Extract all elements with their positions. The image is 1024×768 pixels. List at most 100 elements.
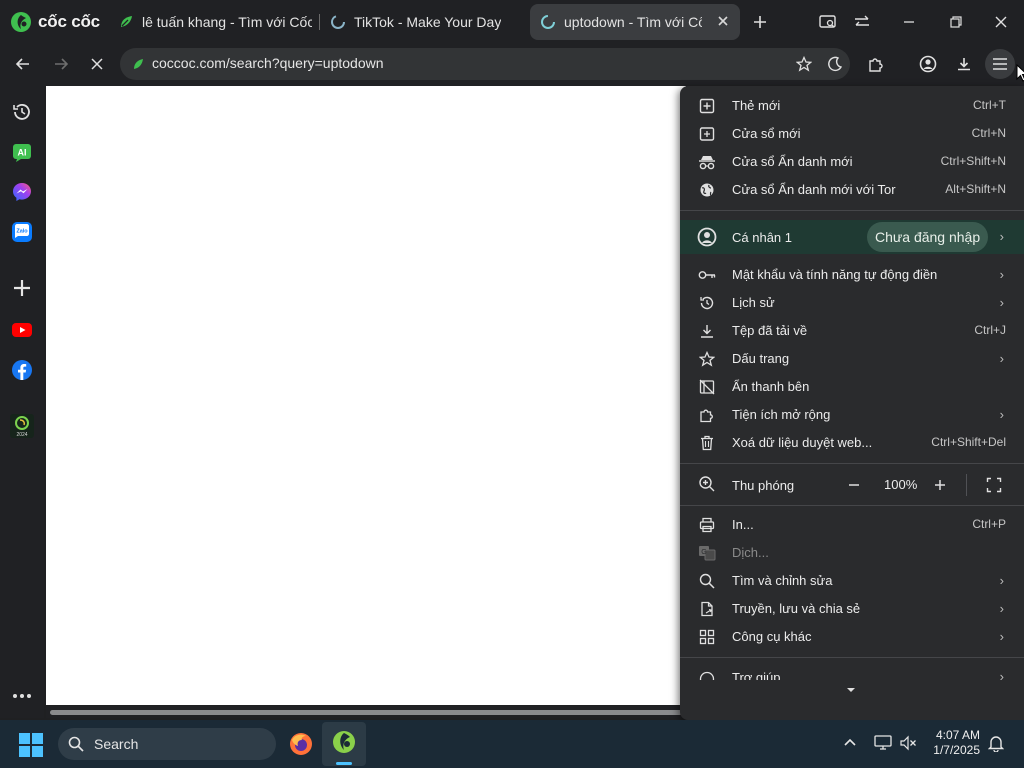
sign-in-status-chip[interactable]: Chưa đăng nhập — [867, 222, 989, 252]
taskbar-search-label: Search — [94, 736, 139, 752]
menu-item-cast-save-share[interactable]: Truyền, lưu và chia sẻ › — [680, 595, 1024, 623]
menu-item-translate[interactable]: G Dịch... — [680, 539, 1024, 567]
minimize-button[interactable] — [893, 6, 925, 38]
menu-item-clear-browsing-data[interactable]: Xoá dữ liệu duyệt web... Ctrl+Shift+Del — [680, 429, 1024, 457]
zoom-in-button[interactable] — [932, 477, 948, 493]
sidebar-item-history[interactable] — [8, 98, 36, 126]
active-app-indicator — [336, 762, 352, 765]
menu-scroll-down-arrow[interactable] — [846, 686, 856, 694]
tab-switch-button[interactable] — [846, 6, 878, 38]
dark-mode-moon-icon[interactable] — [827, 56, 843, 72]
menu-item-help[interactable]: Trợ giúp › — [680, 666, 1024, 680]
zoom-out-button[interactable] — [846, 477, 862, 493]
menu-item-downloads[interactable]: Tệp đã tải về Ctrl+J — [680, 317, 1024, 345]
menu-item-new-window[interactable]: Cửa sổ mới Ctrl+N — [680, 120, 1024, 148]
url-text[interactable]: coccoc.com/search?query=uptodown — [152, 55, 384, 71]
chevron-right-icon: › — [999, 573, 1004, 588]
horizontal-scrollbar[interactable] — [46, 706, 686, 718]
tab-tiktok[interactable]: TikTok - Make Your Day — [324, 4, 524, 40]
chevron-right-icon: › — [999, 295, 1004, 310]
sidebar-add-button[interactable] — [8, 274, 36, 302]
file-share-icon — [698, 600, 716, 618]
menu-item-passwords-autofill[interactable]: Mật khẩu và tính năng tự động điền › — [680, 261, 1024, 289]
history-icon — [698, 294, 716, 312]
hamburger-menu-icon — [992, 57, 1008, 71]
toolbar: coccoc.com/search?query=uptodown — [0, 44, 1024, 86]
page-viewport[interactable] — [46, 86, 686, 705]
tray-overflow-button[interactable] — [843, 737, 857, 747]
incognito-icon — [698, 153, 716, 171]
menu-item-new-incognito-window[interactable]: Cửa sổ Ẩn danh mới Ctrl+Shift+N — [680, 148, 1024, 176]
extensions-button[interactable] — [861, 49, 891, 79]
fullscreen-button[interactable] — [986, 477, 1002, 493]
tab-title: uptodown - Tìm với Cốc Cốc — [564, 14, 702, 30]
profile-button[interactable] — [913, 49, 943, 79]
sidebar-item-youtube[interactable] — [8, 316, 36, 344]
browser-logo[interactable]: cốc cốc — [10, 10, 100, 34]
sidebar-item-ai[interactable]: AI — [8, 138, 36, 166]
menu-item-label: Trợ giúp — [732, 670, 781, 680]
tray-network[interactable] — [874, 735, 892, 751]
menu-item-label: In... — [732, 517, 754, 532]
swap-arrows-icon — [853, 14, 871, 30]
tab-search-button[interactable] — [812, 6, 844, 38]
new-tab-button[interactable] — [744, 6, 776, 38]
chevron-right-icon: › — [999, 229, 1004, 244]
menu-item-hide-sidebar[interactable]: Ẩn thanh bên — [680, 373, 1024, 401]
back-button[interactable] — [8, 49, 38, 79]
tab-uptodown-active[interactable]: uptodown - Tìm với Cốc Cốc — [530, 4, 740, 40]
downloads-button[interactable] — [949, 49, 979, 79]
menu-item-print[interactable]: In... Ctrl+P — [680, 511, 1024, 539]
menu-item-history[interactable]: Lịch sử › — [680, 289, 1024, 317]
scrollbar-thumb[interactable] — [50, 710, 682, 715]
menu-item-label: Tệp đã tải về — [732, 323, 808, 338]
maximize-button[interactable] — [940, 6, 972, 38]
menu-item-new-tab[interactable]: Thẻ mới Ctrl+T — [680, 92, 1024, 120]
search-icon — [68, 736, 84, 752]
sidebar-more-button[interactable] — [8, 682, 36, 710]
clock-time: 4:07 AM — [935, 728, 980, 742]
profile-name: Cá nhân 1 — [732, 230, 792, 245]
sidebar-item-zalo[interactable]: Zalo — [8, 218, 36, 246]
menu-divider — [680, 505, 1024, 506]
tab-close-icon[interactable] — [716, 14, 730, 28]
close-icon — [994, 15, 1008, 29]
taskbar-search-box[interactable]: Search — [58, 728, 276, 760]
chevron-right-icon: › — [999, 407, 1004, 422]
taskbar-app-coccoc[interactable] — [322, 722, 366, 766]
sidebar-item-facebook[interactable] — [8, 356, 36, 384]
menu-item-shortcut: Alt+Shift+N — [945, 182, 1006, 196]
menu-item-label: Dịch... — [732, 545, 769, 560]
menu-item-find-and-edit[interactable]: Tìm và chỉnh sửa › — [680, 567, 1024, 595]
menu-item-extensions[interactable]: Tiện ích mở rộng › — [680, 401, 1024, 429]
clock-date: 1/7/2025 — [933, 743, 980, 757]
menu-item-label: Tiện ích mở rộng — [732, 407, 831, 422]
zoom-level: 100% — [884, 477, 918, 492]
taskbar-app-firefox[interactable] — [288, 731, 314, 757]
menu-item-label: Tìm và chỉnh sửa — [732, 573, 833, 588]
arrow-right-icon — [53, 56, 69, 72]
taskbar-clock[interactable]: 4:07 AM 1/7/2025 — [933, 728, 980, 758]
bell-icon — [988, 734, 1004, 752]
menu-item-more-tools[interactable]: Công cụ khác › — [680, 623, 1024, 651]
plus-icon — [752, 14, 768, 30]
grid-tools-icon — [698, 628, 716, 646]
tray-sound[interactable] — [900, 735, 918, 751]
bookmark-star-icon[interactable] — [796, 56, 812, 72]
menu-divider — [680, 210, 1024, 211]
stop-loading-button[interactable] — [82, 49, 112, 79]
notifications-button[interactable] — [988, 734, 1004, 752]
close-window-button[interactable] — [985, 6, 1017, 38]
sidebar-item-coccoc-2024[interactable]: 2024 — [8, 412, 36, 440]
start-button[interactable] — [18, 732, 44, 758]
menu-item-new-tor-window[interactable]: Cửa sổ Ẩn danh mới với Tor Alt+Shift+N — [680, 176, 1024, 204]
main-menu-button[interactable] — [985, 49, 1015, 79]
menu-item-bookmarks[interactable]: Dấu trang › — [680, 345, 1024, 373]
address-bar[interactable]: coccoc.com/search?query=uptodown — [120, 48, 850, 80]
tab-separator — [319, 14, 320, 30]
coccoc-2024-icon: 2024 — [10, 414, 34, 438]
sidebar-item-messenger[interactable] — [8, 178, 36, 206]
tab-search-le-tuan-khang[interactable]: lê tuấn khang - Tìm với Cốc Cốc — [112, 4, 316, 40]
forward-button[interactable] — [46, 49, 76, 79]
menu-item-profile[interactable]: Cá nhân 1 Chưa đăng nhập › — [680, 220, 1024, 254]
